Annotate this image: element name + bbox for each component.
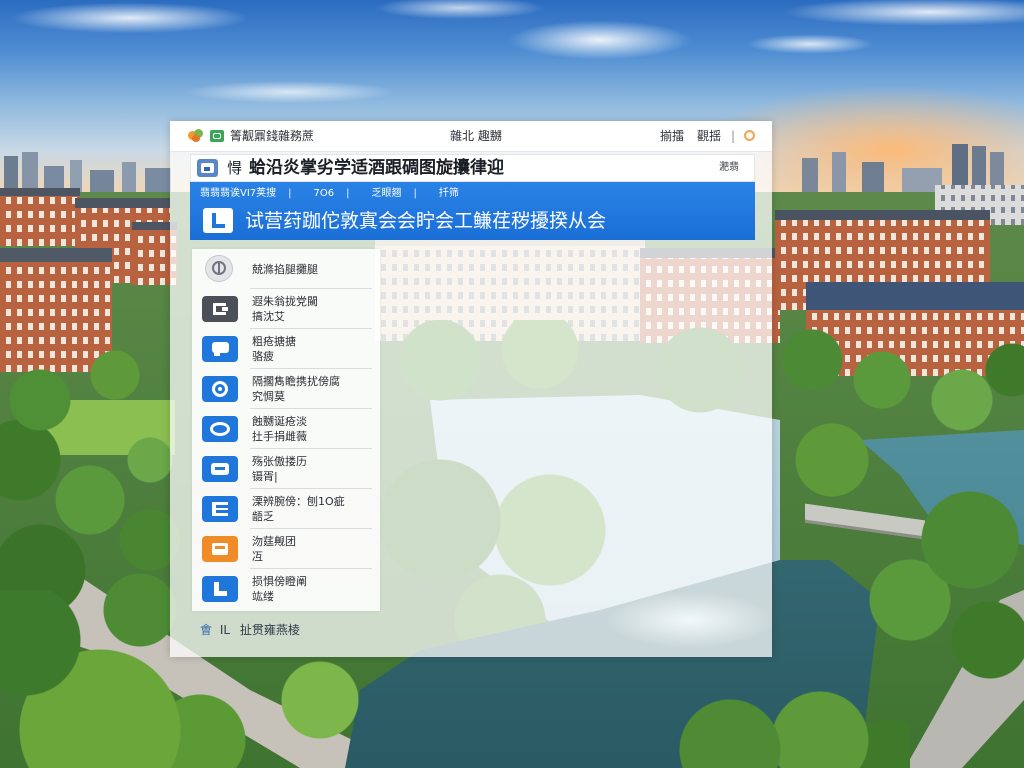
ring-logo-icon[interactable] (744, 130, 755, 141)
sidebar-item-sublabel: 镊胥| (252, 470, 278, 483)
top-link-2[interactable]: 觀揺 (697, 129, 721, 143)
building (0, 188, 80, 246)
sidebar-item-label: 殇张傲搂历 (252, 455, 307, 468)
sidebar-item-sublabel: 扗手捐雌薇 (252, 430, 307, 443)
main-panel: 箐觏鼏錢雜務蔗 雜北 趣嬲 揃擂 觀揺 | 㥂 蛤沿炎掌劣学适酒跟碉图旋攮律迎 … (170, 121, 772, 657)
sidebar-item-label: 隔擱雋瞻携扰傍腐 (252, 375, 340, 388)
sidebar-item-label: 兢滌掐腿攤腿 (252, 263, 318, 276)
bracket-icon (202, 296, 238, 322)
globe-icon (205, 255, 233, 282)
page-header: 㥂 蛤沿炎掌劣学适酒跟碉图旋攮律迎 淝翡 (190, 154, 755, 182)
sidebar-item[interactable]: 遐朱翁拢党闚 搞沈艾 (192, 289, 380, 329)
footer-mark: 㑹 (200, 623, 213, 637)
sidebar-item[interactable]: 殇张傲搂历 镊胥| (192, 449, 380, 489)
top-separator: | (731, 129, 736, 143)
sidebar-item[interactable]: 兢滌掐腿攤腿 (192, 249, 380, 289)
sidebar-item-sublabel: 冱 (252, 550, 263, 563)
sidebar-item-sublabel: 竑缕 (252, 590, 274, 603)
meta-separator: | (346, 188, 350, 199)
l-badge-icon (203, 208, 233, 233)
chat-icon (202, 336, 238, 362)
sidebar-item[interactable]: 隔擱雋瞻携扰傍腐 究惆莫 (192, 369, 380, 409)
header-prefix: 㥂 (227, 159, 243, 177)
meta-item-3[interactable]: 乏眼翘 (372, 187, 402, 201)
blue-banner: 翡翡翡诶VI7荚搜 | 7O6 | 乏眼翘 | 扦筛 试营荮跏佗敦寘会会眝会工鳒… (190, 182, 755, 240)
header-right-link[interactable]: 淝翡 (719, 162, 739, 174)
footer-link[interactable]: 扯贯雍燕棱 (240, 623, 300, 637)
sidebar-item-label: 遐朱翁拢党闚 (252, 295, 318, 308)
meta-item-4[interactable]: 扦筛 (439, 187, 459, 201)
list-icon (202, 496, 238, 522)
banner-title: 试营荮跏佗敦寘会会眝会工鳒荏秽擾揆从会 (245, 210, 607, 232)
box-icon (202, 536, 238, 562)
top-link-1[interactable]: 揃擂 (660, 129, 684, 143)
sidebar-item-sublabel: 龉乏 (252, 510, 274, 523)
oval-icon (202, 416, 238, 442)
brand-text[interactable]: 箐觏鼏錢雜務蔗 (230, 129, 314, 143)
card-icon (202, 456, 238, 482)
sidebar-item-label: 粗疮搪搪 (252, 335, 296, 348)
top-center-link[interactable]: 雜北 趣嬲 (450, 129, 502, 143)
sidebar-item-label: 蝕嬲诞疮淡 (252, 415, 307, 428)
sidebar-item-sublabel: 搞沈艾 (252, 310, 285, 323)
banner-meta: 翡翡翡诶VI7荚搜 | 7O6 | 乏眼翘 | 扦筛 (200, 187, 459, 201)
clouds (0, 0, 1024, 140)
sidebar-item-sublabel: 究惆莫 (252, 390, 285, 403)
l-shape-icon (202, 576, 238, 602)
flower-logo-icon[interactable] (188, 129, 204, 143)
sidebar-item-sublabel: 骆疲 (252, 350, 274, 363)
tree (270, 660, 370, 750)
target-icon (202, 376, 238, 402)
sidebar-item-label: 沕莛觍团 (252, 535, 296, 548)
trees (840, 490, 1024, 690)
meta-separator: | (288, 188, 292, 199)
image-icon (197, 159, 218, 177)
trees (772, 320, 1024, 510)
sidebar-item[interactable]: 沕莛觍团 冱 (192, 529, 380, 569)
sidebar-item-label: 溧辨腕傍：刨1O疵 (252, 495, 345, 508)
sidebar-menu: 兢滌掐腿攤腿 遐朱翁拢党闚 搞沈艾 粗疮搪搪 骆疲 隔擱雋瞻携扰傍腐 究惆莫 蝕… (192, 249, 380, 611)
sidebar-item[interactable]: 溧辨腕傍：刨1O疵 龉乏 (192, 489, 380, 529)
page-title: 蛤沿炎掌劣学适酒跟碉图旋攮律迎 (249, 158, 504, 178)
sidebar-item[interactable]: 损惧傍瞪阐 竑缕 (192, 569, 380, 609)
footer-prefix: IL (219, 623, 231, 637)
footer: 㑹 IL 扯贯雍燕棱 (200, 623, 300, 639)
green-badge-icon (210, 130, 224, 142)
meta-separator: | (413, 188, 417, 199)
meta-item-2[interactable]: 7O6 (314, 187, 335, 201)
sidebar-item[interactable]: 蝕嬲诞疮淡 扗手捐雌薇 (192, 409, 380, 449)
sidebar-item-label: 损惧傍瞪阐 (252, 575, 307, 588)
trees (670, 680, 910, 768)
meta-item-1[interactable]: 翡翡翡诶VI7荚搜 (200, 187, 276, 201)
top-bar: 箐觏鼏錢雜務蔗 雜北 趣嬲 揃擂 觀揺 | (170, 121, 772, 152)
sidebar-item[interactable]: 粗疮搪搪 骆疲 (192, 329, 380, 369)
